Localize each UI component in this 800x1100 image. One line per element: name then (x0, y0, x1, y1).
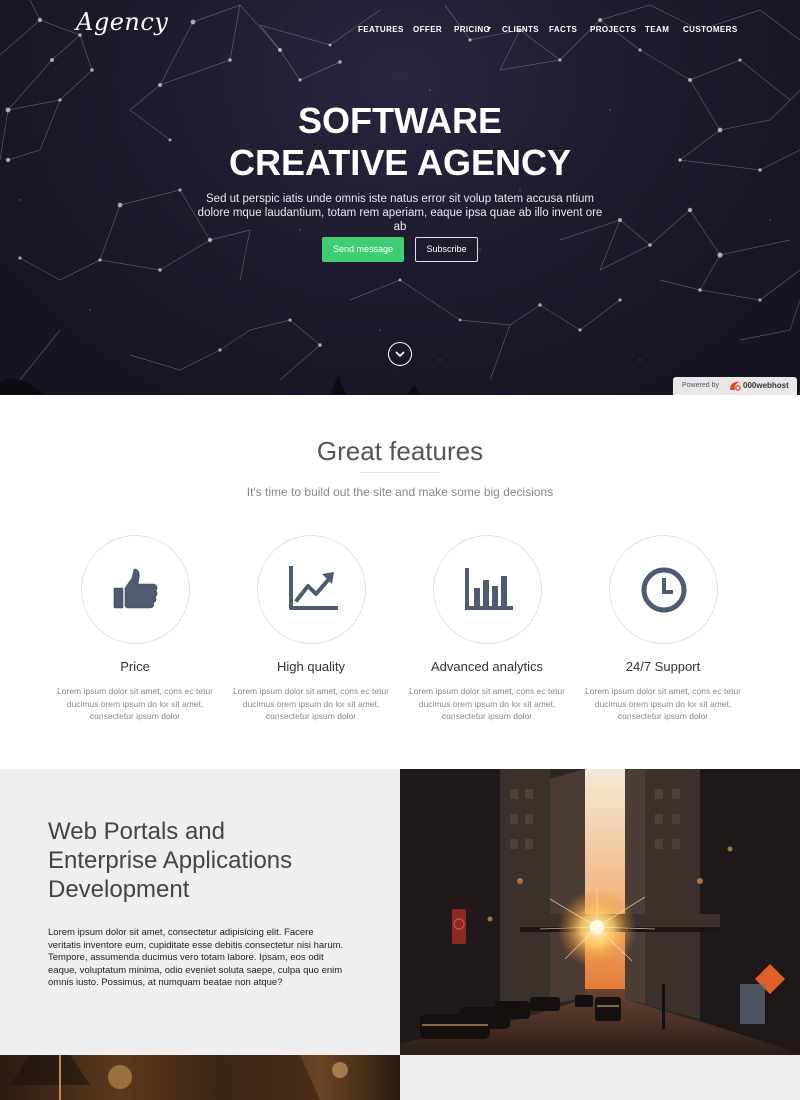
feature-text: Lorem ipsum dolor sit amet, cons ec tetu… (57, 686, 213, 721)
powered-by-badge[interactable]: Powered by 000webhost (673, 377, 797, 395)
nav-projects[interactable]: PROJECTS (590, 25, 636, 34)
nav-facts[interactable]: FACTS (549, 25, 577, 34)
feature-title: 24/7 Support (625, 659, 701, 674)
scroll-down-button[interactable] (388, 342, 412, 366)
portal-title-line3: Development (48, 876, 190, 903)
features-subtitle: It's time to build out the site and make… (246, 485, 554, 499)
feature-text: Lorem ipsum dolor sit amet, cons ec tetu… (585, 686, 741, 721)
nav-clients[interactable]: CLIENTS (502, 25, 539, 34)
feature-icon-circle (257, 535, 366, 644)
send-message-button[interactable]: Send message (322, 237, 404, 262)
powered-by-brand: 000webhost (743, 381, 789, 390)
feature-title: Price (120, 659, 150, 674)
nav-features[interactable]: FEATURES (358, 25, 404, 34)
feature-text: Lorem ipsum dolor sit amet, cons ec tetu… (233, 686, 389, 721)
nav-customers[interactable]: CUSTOMERS (683, 25, 738, 34)
line-chart-icon (289, 566, 338, 610)
feature-icon-circle (609, 535, 718, 644)
features-title: Great features (316, 436, 484, 466)
next-section-panel (400, 1055, 800, 1100)
city-street-image (400, 769, 800, 1055)
feature-title: Advanced analytics (430, 659, 543, 674)
feature-title: High quality (277, 659, 345, 674)
portal-title: Web Portals and Enterprise Applications … (48, 817, 378, 904)
webhost-logo-icon (730, 381, 741, 391)
feature-icon-circle (81, 535, 190, 644)
hero-subtitle: Sed ut perspic iatis unde omnis iste nat… (197, 193, 603, 233)
nav-team[interactable]: TEAM (645, 25, 669, 34)
city-street-illustration (400, 769, 800, 1055)
interior-lamp-illustration (10, 1055, 348, 1100)
clock-icon (641, 567, 687, 613)
thumbs-up-icon (113, 568, 158, 609)
hero-title-line2: CREATIVE AGENCY (228, 142, 572, 183)
bar-chart-icon (465, 568, 513, 610)
hero-title-line1: SOFTWARE (298, 100, 502, 141)
powered-by-label: Powered by (682, 382, 719, 389)
features-divider (360, 472, 440, 473)
portal-section: Web Portals and Enterprise Applications … (0, 769, 400, 1055)
portal-title-line2: Enterprise Applications (48, 847, 293, 874)
chevron-down-icon (395, 351, 405, 358)
feature-icon-circle (433, 535, 542, 644)
nav-offer[interactable]: OFFER (413, 25, 442, 34)
portal-text: Lorem ipsum dolor sit amet, consectetur … (48, 927, 344, 988)
main-nav: FEATURES OFFER PRICING CLIENTS FACTS PRO… (0, 25, 800, 39)
interior-photo-strip (0, 1055, 400, 1100)
subscribe-button[interactable]: Subscribe (415, 237, 478, 262)
hero-title: SOFTWARE CREATIVE AGENCY (0, 100, 800, 184)
hero-section: Agency FEATURES OFFER PRICING CLIENTS FA… (0, 0, 800, 395)
nav-pricing[interactable]: PRICING (454, 25, 490, 34)
feature-text: Lorem ipsum dolor sit amet, cons ec tetu… (409, 686, 565, 721)
portal-title-line1: Web Portals and (48, 818, 225, 845)
pricing-caret-icon (487, 27, 491, 30)
